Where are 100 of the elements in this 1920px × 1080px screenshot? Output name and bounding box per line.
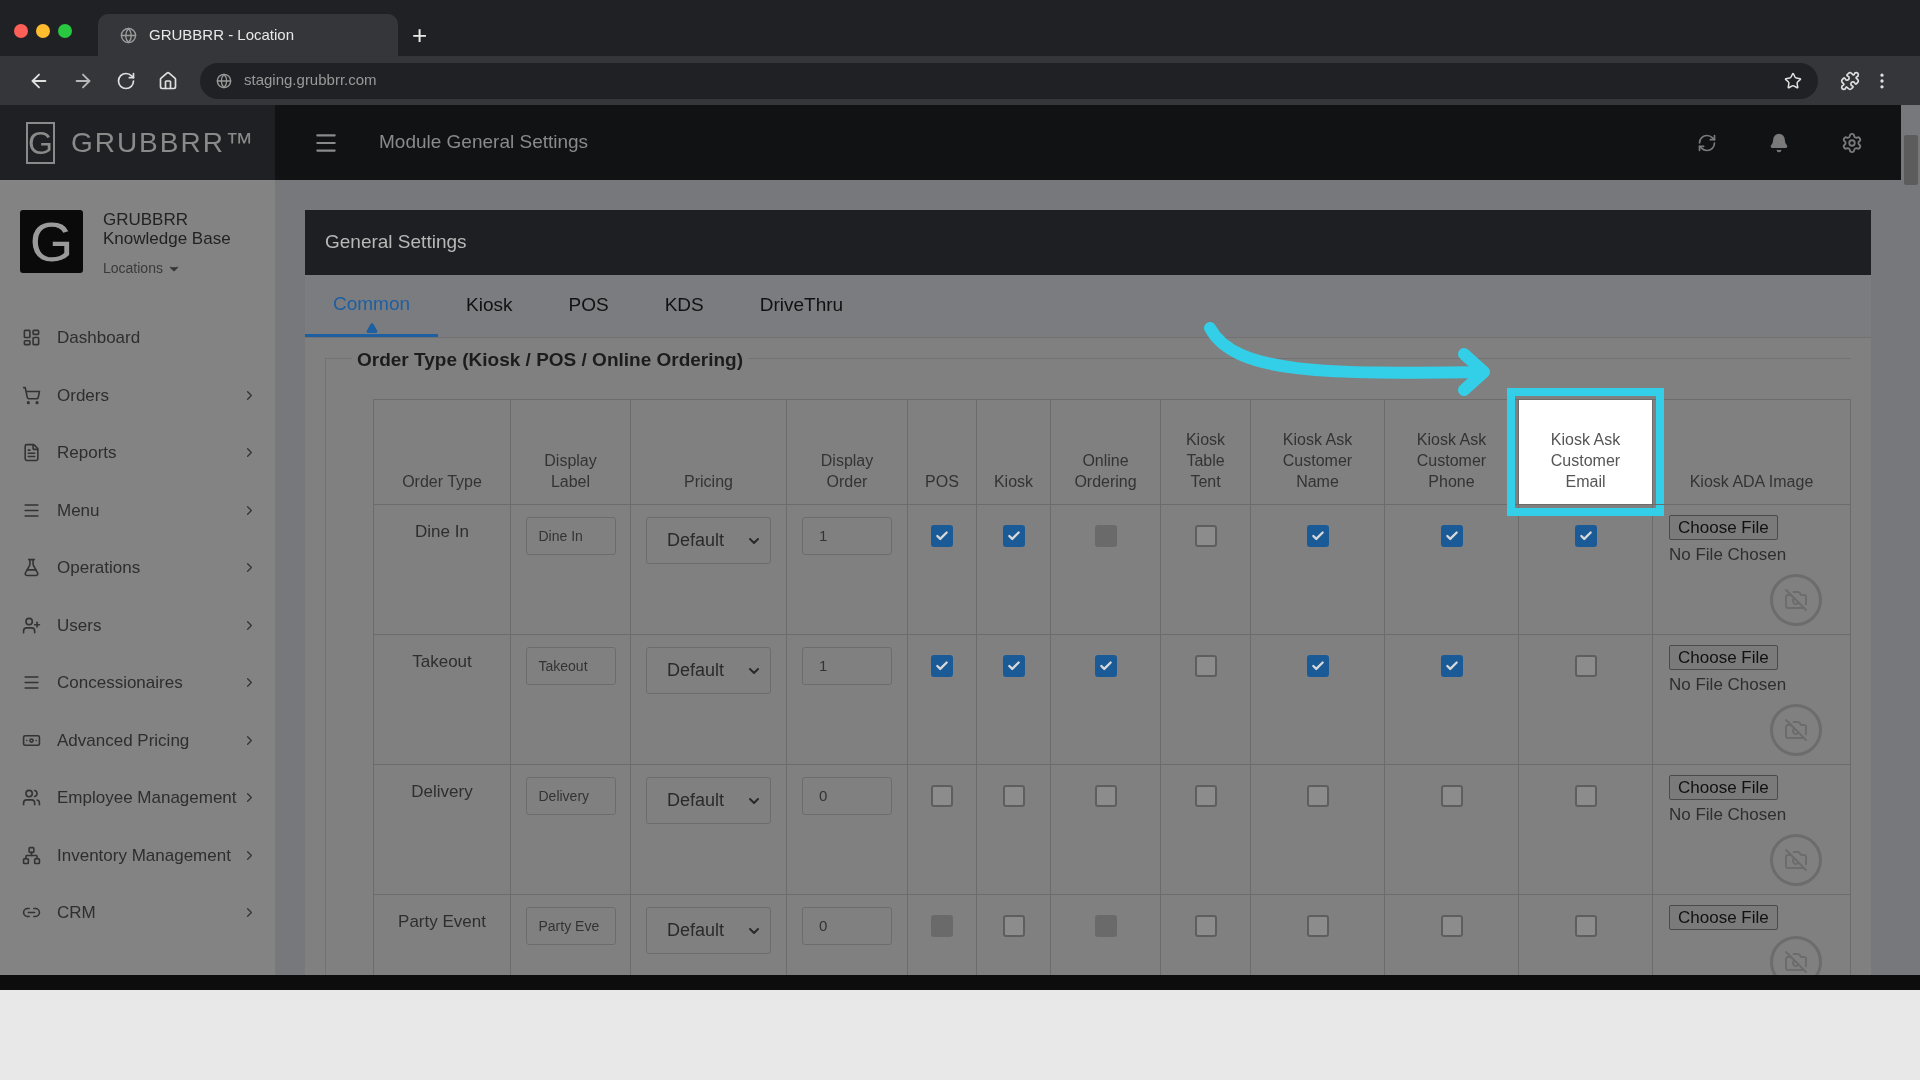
- pricing-select[interactable]: Default: [646, 907, 771, 954]
- notifications-icon[interactable]: [1769, 132, 1789, 153]
- reload-icon[interactable]: [116, 70, 136, 91]
- check-icon: [1310, 659, 1325, 673]
- address-bar[interactable]: staging.grubbrr.com: [200, 62, 1818, 99]
- sidebar-item[interactable]: Menu: [0, 481, 275, 539]
- tab[interactable]: DriveThru: [731, 274, 872, 337]
- check-icon: [1310, 529, 1325, 543]
- logo-mark: G: [26, 121, 55, 164]
- choose-file-button[interactable]: Choose File: [1669, 645, 1778, 670]
- checkbox[interactable]: [931, 785, 953, 807]
- extensions-icon[interactable]: [1840, 70, 1860, 91]
- checkbox[interactable]: [1002, 525, 1025, 547]
- logo-wordmark: GRUBBRR™: [70, 125, 255, 160]
- locations-dropdown[interactable]: Locations: [103, 258, 243, 279]
- checkbox[interactable]: [1002, 655, 1025, 677]
- sidebar-label: Advanced Pricing: [57, 729, 190, 752]
- checkbox[interactable]: [1094, 785, 1117, 807]
- display-label-field[interactable]: Party Eve: [525, 907, 616, 945]
- checkbox[interactable]: [1094, 655, 1117, 677]
- column-label: Pricing: [684, 472, 733, 492]
- column-label: Kiosk Ask Customer Phone: [1415, 430, 1488, 492]
- display-order-field[interactable]: 1: [802, 517, 892, 555]
- organization-name: GRUBBRR Knowledge Base: [103, 210, 232, 248]
- scrollbar[interactable]: [1901, 105, 1920, 975]
- tab[interactable]: POS: [540, 274, 637, 337]
- sidebar-item[interactable]: Dashboard: [0, 309, 275, 367]
- flask-icon: [22, 558, 41, 578]
- choose-file-button[interactable]: Choose File: [1669, 515, 1778, 540]
- checkbox[interactable]: [1194, 525, 1217, 547]
- choose-file-button[interactable]: Choose File: [1669, 905, 1778, 930]
- sidebar-label: CRM: [57, 902, 96, 924]
- globe-icon: [120, 26, 137, 44]
- sidebar-item[interactable]: Users: [0, 596, 275, 654]
- pricing-select[interactable]: Default: [646, 647, 771, 694]
- file-status-text: No File Chosen: [1669, 674, 1788, 696]
- pricing-select[interactable]: Default: [646, 517, 771, 564]
- display-label-field[interactable]: Takeout: [525, 647, 616, 685]
- tab-pointer-icon: [365, 322, 378, 334]
- check-icon: [1578, 529, 1593, 543]
- display-order-field[interactable]: 0: [802, 777, 892, 815]
- tab[interactable]: KDS: [636, 274, 732, 337]
- checkbox[interactable]: [1440, 915, 1463, 937]
- tab[interactable]: Kiosk: [438, 274, 541, 337]
- checkbox[interactable]: [1002, 915, 1025, 937]
- sidebar-label: Inventory Management: [57, 844, 231, 867]
- checkbox[interactable]: [1574, 785, 1597, 807]
- refresh-icon[interactable]: [1697, 132, 1717, 153]
- document-icon: [22, 443, 41, 463]
- checkbox[interactable]: [1574, 655, 1597, 677]
- checkbox[interactable]: [1440, 655, 1463, 677]
- checkbox[interactable]: [1194, 915, 1217, 937]
- dashboard-icon: [22, 328, 41, 348]
- sidebar-item[interactable]: Concessionaires: [0, 654, 275, 712]
- bookmark-star-icon[interactable]: [1784, 71, 1802, 90]
- browser-tab[interactable]: GRUBBRR - Location: [98, 14, 398, 56]
- column-label: Kiosk Ask Customer Name: [1281, 430, 1354, 492]
- display-label-field[interactable]: Delivery: [525, 777, 616, 815]
- checkbox[interactable]: [1194, 785, 1217, 807]
- display-label-field[interactable]: Dine In: [525, 517, 616, 555]
- sidebar-item[interactable]: Operations: [0, 539, 275, 597]
- check-icon: [1006, 529, 1021, 543]
- checkbox[interactable]: [1574, 525, 1597, 547]
- checkbox[interactable]: [1574, 915, 1597, 937]
- panel-title: General Settings: [325, 230, 467, 255]
- checkbox[interactable]: [1306, 785, 1329, 807]
- sidebar-item[interactable]: Employee Management: [0, 769, 275, 827]
- checkbox[interactable]: [1194, 655, 1217, 677]
- pricing-select[interactable]: Default: [646, 777, 771, 824]
- globe-icon: [216, 72, 232, 89]
- column-label: Kiosk: [993, 472, 1034, 492]
- choose-file-button[interactable]: Choose File: [1669, 775, 1778, 800]
- sidebar-item[interactable]: Inventory Management: [0, 826, 275, 884]
- checkbox[interactable]: [1306, 525, 1329, 547]
- checkbox[interactable]: [1002, 785, 1025, 807]
- display-order-field[interactable]: 0: [802, 907, 892, 945]
- sidebar-item[interactable]: Orders: [0, 366, 275, 424]
- display-order-field[interactable]: 1: [802, 647, 892, 685]
- checkbox[interactable]: [1440, 525, 1463, 547]
- check-icon: [1444, 659, 1459, 673]
- sidebar-label: Dashboard: [57, 327, 141, 349]
- new-tab-button[interactable]: +: [412, 22, 428, 48]
- checkbox[interactable]: [931, 655, 953, 677]
- home-icon[interactable]: [158, 70, 178, 91]
- sidebar-item[interactable]: Advanced Pricing: [0, 711, 275, 769]
- checkbox[interactable]: [1306, 655, 1329, 677]
- sidebar-label: Employee Management: [57, 787, 237, 809]
- sidebar-label: Operations: [57, 557, 141, 579]
- column-label: POS: [925, 472, 959, 492]
- file-status-text: No File Chosen: [1669, 804, 1788, 826]
- sidebar-item[interactable]: CRM: [0, 884, 275, 942]
- checkbox[interactable]: [931, 525, 953, 547]
- file-status-text: No File Chosen: [1669, 544, 1788, 566]
- checkbox[interactable]: [1306, 915, 1329, 937]
- table-cell: Takeout: [374, 635, 511, 765]
- settings-icon[interactable]: [1841, 131, 1863, 154]
- sidebar-item[interactable]: Reports: [0, 424, 275, 482]
- checkbox[interactable]: [1440, 785, 1463, 807]
- column-label: Display Label: [543, 451, 598, 492]
- table-cell: Dine In: [374, 505, 511, 635]
